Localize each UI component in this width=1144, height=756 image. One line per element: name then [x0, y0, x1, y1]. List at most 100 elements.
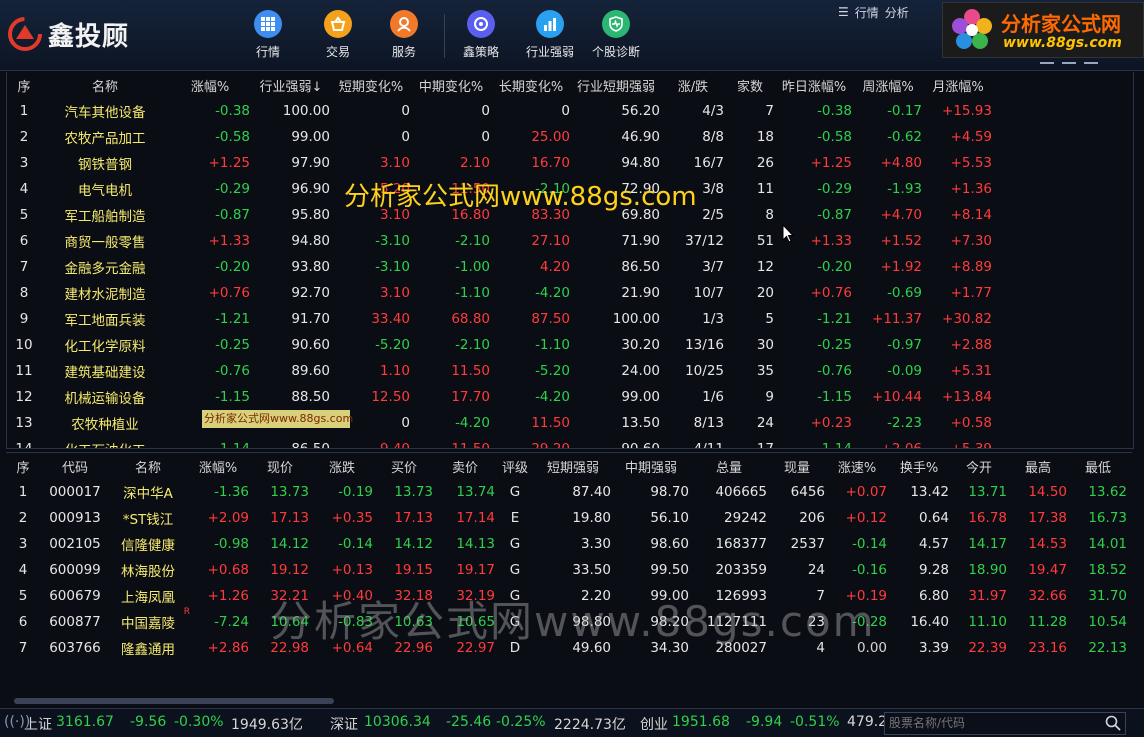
- industry-row[interactable]: 13 农牧种植业 +0.23 87.50 0 -4.20 11.50 13.50 8/13 24 +…: [7, 410, 993, 436]
- table-cell: 29.20: [531, 441, 570, 449]
- column-header[interactable]: 现量: [768, 453, 826, 479]
- column-header[interactable]: 最高: [1008, 453, 1068, 479]
- sh-index-name[interactable]: 上证: [24, 714, 52, 734]
- industry-row[interactable]: 10 化工化学原料 -0.25 90.60 -5.20 -2.10 -1.10 30.20 13…: [7, 332, 993, 358]
- column-header[interactable]: 周涨幅%: [853, 72, 923, 98]
- menu-fenxi[interactable]: 分析: [885, 4, 909, 21]
- stock-row[interactable]: 6 600877 中国嘉陵 R -7.24 10.64 -0.83 10.63 10.65 G 98…: [6, 607, 1128, 635]
- table-cell: -4.20: [535, 285, 570, 301]
- table-cell: 12: [15, 389, 33, 405]
- table-cell: 8: [19, 285, 29, 301]
- nav-gegu-zhenduan-button[interactable]: 个股诊断: [584, 10, 648, 60]
- cy-index-name[interactable]: 创业: [640, 714, 668, 734]
- table-cell: +10.44: [872, 389, 922, 405]
- column-header[interactable]: 短期变化%: [331, 72, 411, 98]
- cy-index-percent: -0.51%: [790, 714, 840, 730]
- horizontal-scrollbar[interactable]: [14, 698, 334, 704]
- table-cell: 89.60: [291, 363, 330, 379]
- table-cell: 11.28: [1028, 614, 1067, 630]
- industry-row[interactable]: 5 军工船舶制造 -0.87 95.80 3.10 16.80 83.30 69.80 2/5 8…: [7, 202, 993, 228]
- table-cell: E: [510, 510, 520, 526]
- stock-row[interactable]: 5 600679 上海凤凰 +1.26 32.21 +0.40 32.18 32.19 G 2.2…: [6, 583, 1128, 609]
- column-header[interactable]: 涨/跌: [661, 72, 725, 98]
- column-header[interactable]: 总量: [690, 453, 768, 479]
- risk-flag: R: [183, 607, 190, 617]
- nav-hangqing-button[interactable]: 行情: [236, 10, 300, 60]
- column-header[interactable]: 行业短期强弱: [571, 72, 661, 98]
- table-cell: 1/3: [702, 311, 724, 327]
- column-header[interactable]: 名称: [110, 453, 186, 479]
- industry-row[interactable]: 11 建筑基础建设 -0.76 89.60 1.10 11.50 -5.20 24.00 10/…: [7, 358, 993, 384]
- sz-index-name[interactable]: 深证: [330, 714, 358, 734]
- restore-icon[interactable]: [1062, 50, 1076, 64]
- watermark-logo-url: www.88gs.com: [1003, 35, 1122, 51]
- table-cell: 19.12: [270, 562, 309, 578]
- table-cell: 25.00: [531, 129, 570, 145]
- stock-row[interactable]: 7 603766 隆鑫通用 +2.86 22.98 +0.64 22.96 22.97 D 49.…: [6, 635, 1128, 661]
- nav-jiaoyi-button[interactable]: 交易: [306, 10, 370, 60]
- menu-hangqing[interactable]: 行情: [855, 4, 879, 21]
- column-header[interactable]: 涨速%: [826, 453, 888, 479]
- column-header[interactable]: 行业强弱↓: [251, 72, 331, 98]
- industry-row[interactable]: 3 钢铁普钢 +1.25 97.90 3.10 2.10 16.70 94.80 16/7 26 +…: [7, 150, 993, 176]
- industry-row[interactable]: 8 建材水泥制造 +0.76 92.70 3.10 -1.10 -4.20 21.90 10/7…: [7, 280, 993, 306]
- nav-xincelue-button[interactable]: 鑫策略: [449, 10, 513, 60]
- column-header[interactable]: 短期强弱: [534, 453, 612, 479]
- nav-hangyeqiangruo-button[interactable]: 行业强弱: [518, 10, 582, 60]
- column-header[interactable]: 现价: [250, 453, 310, 479]
- search-icon[interactable]: [1105, 715, 1121, 731]
- column-header[interactable]: 涨跌: [310, 453, 374, 479]
- column-header[interactable]: 买价: [374, 453, 434, 479]
- minimize-icon[interactable]: [1040, 50, 1054, 64]
- table-cell: 5: [19, 207, 29, 223]
- menu-list-icon[interactable]: ☰: [838, 5, 849, 19]
- column-header[interactable]: 序: [7, 72, 41, 98]
- industry-row[interactable]: 12 机械运输设备 -1.15 88.50 12.50 17.70 -4.20 99.00 1/…: [7, 384, 993, 410]
- table-cell: 3.30: [580, 536, 611, 552]
- column-header[interactable]: 评级: [496, 453, 534, 479]
- stock-row[interactable]: 4 600099 林海股份 +0.68 19.12 +0.13 19.15 19.17 G 33.…: [6, 557, 1128, 583]
- column-header[interactable]: 最低: [1068, 453, 1128, 479]
- table-cell: -0.97: [887, 337, 922, 353]
- table-cell: -0.38: [215, 103, 250, 119]
- table-cell: 94.80: [291, 233, 330, 249]
- column-header[interactable]: 月涨幅%: [923, 72, 993, 98]
- industry-table-header: 序名称 涨幅% 行业强弱↓ 短期变化% 中期变化% 长期变化% 行业短期强弱 涨/跌 家数 昨日涨…: [7, 72, 993, 98]
- column-header[interactable]: 卖价: [434, 453, 496, 479]
- industry-name: 钢铁普钢: [78, 157, 132, 173]
- industry-row[interactable]: 7 金融多元金融 -0.20 93.80 -3.10 -1.00 4.20 86.50 3/7 1…: [7, 254, 993, 280]
- close-icon[interactable]: [1084, 50, 1098, 64]
- stock-search-input[interactable]: [885, 713, 1103, 732]
- table-cell: -1.00: [455, 259, 490, 275]
- industry-row[interactable]: 9 军工地面兵装 -1.21 91.70 33.40 68.80 87.50 100.00 1/…: [7, 306, 993, 332]
- column-header[interactable]: 序: [6, 453, 40, 479]
- column-header[interactable]: 今开: [950, 453, 1008, 479]
- industry-row[interactable]: 1 汽车其他设备 -0.38 100.00 0 0 0 56.20 4/3 7 -0.38 -0.17…: [7, 98, 993, 124]
- industry-row[interactable]: 14 化工石油化工 -1.14 86.50 9.40 11.50 29.20 90.60 4/1…: [7, 436, 993, 449]
- column-header[interactable]: 名称: [41, 72, 169, 98]
- nav-fuwu-button[interactable]: 服务: [372, 10, 436, 60]
- column-header[interactable]: 家数: [725, 72, 775, 98]
- industry-row[interactable]: 2 农牧产品加工 -0.58 99.00 0 0 25.00 46.90 8/8 18 -0.58 -…: [7, 124, 993, 150]
- column-header[interactable]: 中期变化%: [411, 72, 491, 98]
- table-cell: 14: [15, 441, 33, 449]
- stock-code: 600877: [49, 614, 101, 630]
- table-cell: -4.20: [535, 389, 570, 405]
- column-header[interactable]: 昨日涨幅%: [775, 72, 853, 98]
- table-cell: +2.88: [950, 337, 992, 353]
- stock-row[interactable]: 1 000017 深中华A -1.36 13.73 -0.19 13.73 13.74 G 87.…: [6, 479, 1128, 505]
- industry-row[interactable]: 6 商贸一般零售 +1.33 94.80 -3.10 -2.10 27.10 71.90 37/…: [7, 228, 993, 254]
- stock-code: 600099: [49, 562, 101, 578]
- column-header[interactable]: 代码: [40, 453, 110, 479]
- industry-row[interactable]: 4 电气电机 -0.29 96.90 5.20 11.50 -2.10 72.90 3/8 11 -…: [7, 176, 993, 202]
- column-header[interactable]: 涨幅%: [186, 453, 250, 479]
- table-cell: +1.33: [208, 233, 250, 249]
- column-header[interactable]: 涨幅%: [169, 72, 251, 98]
- column-header[interactable]: 中期强弱: [612, 453, 690, 479]
- table-cell: 17.13: [394, 510, 433, 526]
- stock-row[interactable]: 3 002105 信隆健康 -0.98 14.12 -0.14 14.12 14.13 G 3.3…: [6, 531, 1128, 557]
- table-cell: 99.50: [650, 562, 689, 578]
- stock-row[interactable]: 2 000913 *ST钱江 +2.09 17.13 +0.35 17.13 17.14 E 19…: [6, 505, 1128, 531]
- column-header[interactable]: 长期变化%: [491, 72, 571, 98]
- column-header[interactable]: 换手%: [888, 453, 950, 479]
